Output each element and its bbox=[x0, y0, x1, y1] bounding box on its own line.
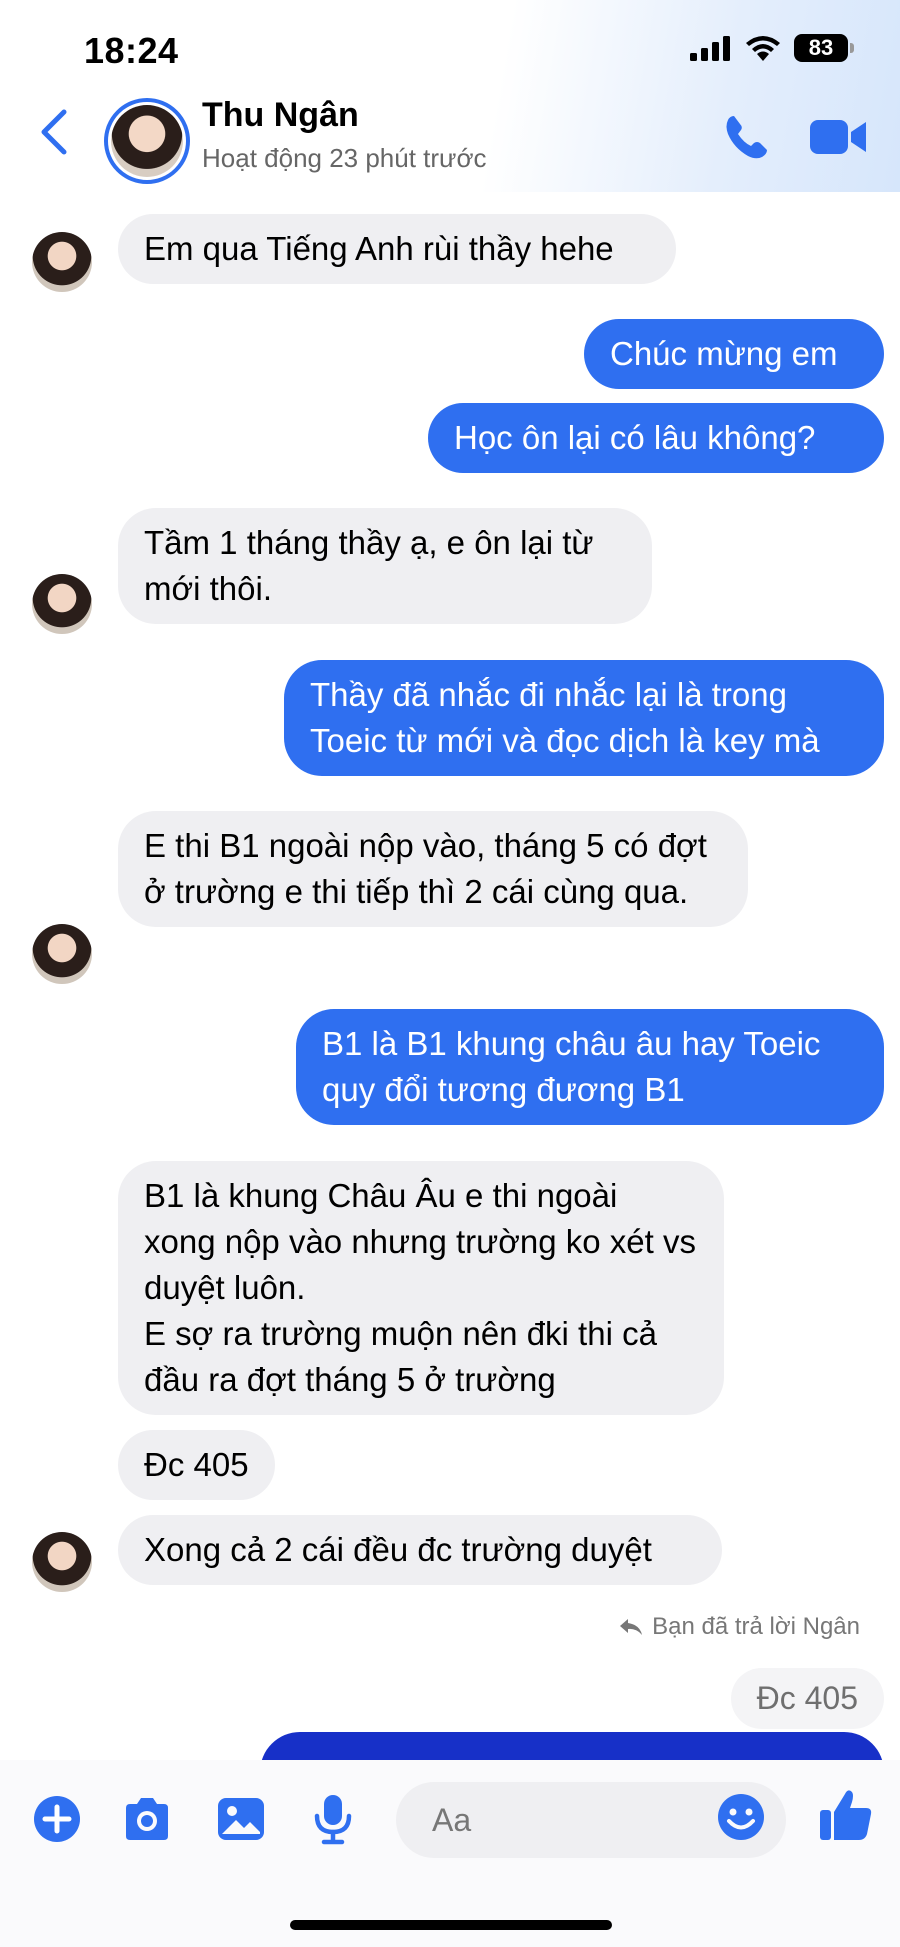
battery-indicator: 83 bbox=[794, 34, 854, 62]
incoming-message[interactable]: Em qua Tiếng Anh rùi thầy hehe bbox=[118, 214, 676, 284]
incoming-message[interactable]: Đc 405 bbox=[118, 1430, 275, 1500]
contact-status: Hoạt động 23 phút trước bbox=[202, 143, 487, 173]
emoji-icon[interactable] bbox=[716, 1792, 766, 1842]
contact-mini-avatar bbox=[32, 924, 92, 984]
contact-avatar[interactable] bbox=[104, 98, 190, 184]
reply-indicator: Bạn đã trả lời Ngân bbox=[618, 1613, 860, 1641]
image-icon[interactable] bbox=[214, 1792, 268, 1846]
contact-mini-avatar bbox=[32, 232, 92, 292]
phone-icon[interactable] bbox=[722, 112, 772, 162]
contact-name[interactable]: Thu Ngân bbox=[202, 96, 359, 135]
avatar-photo bbox=[111, 105, 183, 177]
video-camera-icon[interactable] bbox=[810, 116, 868, 158]
contact-mini-avatar bbox=[32, 1532, 92, 1592]
reply-arrow-icon bbox=[620, 1619, 643, 1635]
camera-icon[interactable] bbox=[120, 1792, 174, 1846]
incoming-message[interactable]: Tầm 1 tháng thầy ạ, e ôn lại từ mới thôi… bbox=[118, 508, 652, 624]
incoming-message[interactable]: Xong cả 2 cái đều đc trường duyệt bbox=[118, 1515, 722, 1585]
incoming-message[interactable]: B1 là khung Châu Âu e thi ngoài xong nộp… bbox=[118, 1161, 724, 1415]
plus-icon[interactable] bbox=[30, 1792, 84, 1846]
back-chevron-icon[interactable] bbox=[36, 108, 72, 156]
message-input-placeholder: Aa bbox=[432, 1801, 472, 1838]
incoming-message[interactable]: E thi B1 ngoài nộp vào, tháng 5 có đợt ở… bbox=[118, 811, 748, 927]
wifi-icon bbox=[746, 36, 780, 61]
outgoing-message[interactable]: Thầy đã nhắc đi nhắc lại là trong Toeic … bbox=[284, 660, 884, 776]
signal-icon bbox=[690, 36, 730, 61]
thumbs-up-icon[interactable] bbox=[818, 1786, 874, 1844]
microphone-icon[interactable] bbox=[306, 1792, 360, 1846]
contact-mini-avatar bbox=[32, 574, 92, 634]
status-icons: 83 bbox=[690, 34, 854, 62]
outgoing-message[interactable]: Học ôn lại có lâu không? bbox=[428, 403, 884, 473]
reply-note-text: Bạn đã trả lời Ngân bbox=[652, 1613, 860, 1640]
outgoing-message[interactable]: B1 là B1 khung châu âu hay Toeic quy đổi… bbox=[296, 1009, 884, 1125]
status-time: 18:24 bbox=[84, 30, 179, 71]
home-indicator bbox=[290, 1920, 612, 1930]
quoted-message[interactable]: Đc 405 bbox=[730, 1668, 884, 1729]
outgoing-message[interactable]: Chúc mừng em bbox=[584, 319, 884, 389]
